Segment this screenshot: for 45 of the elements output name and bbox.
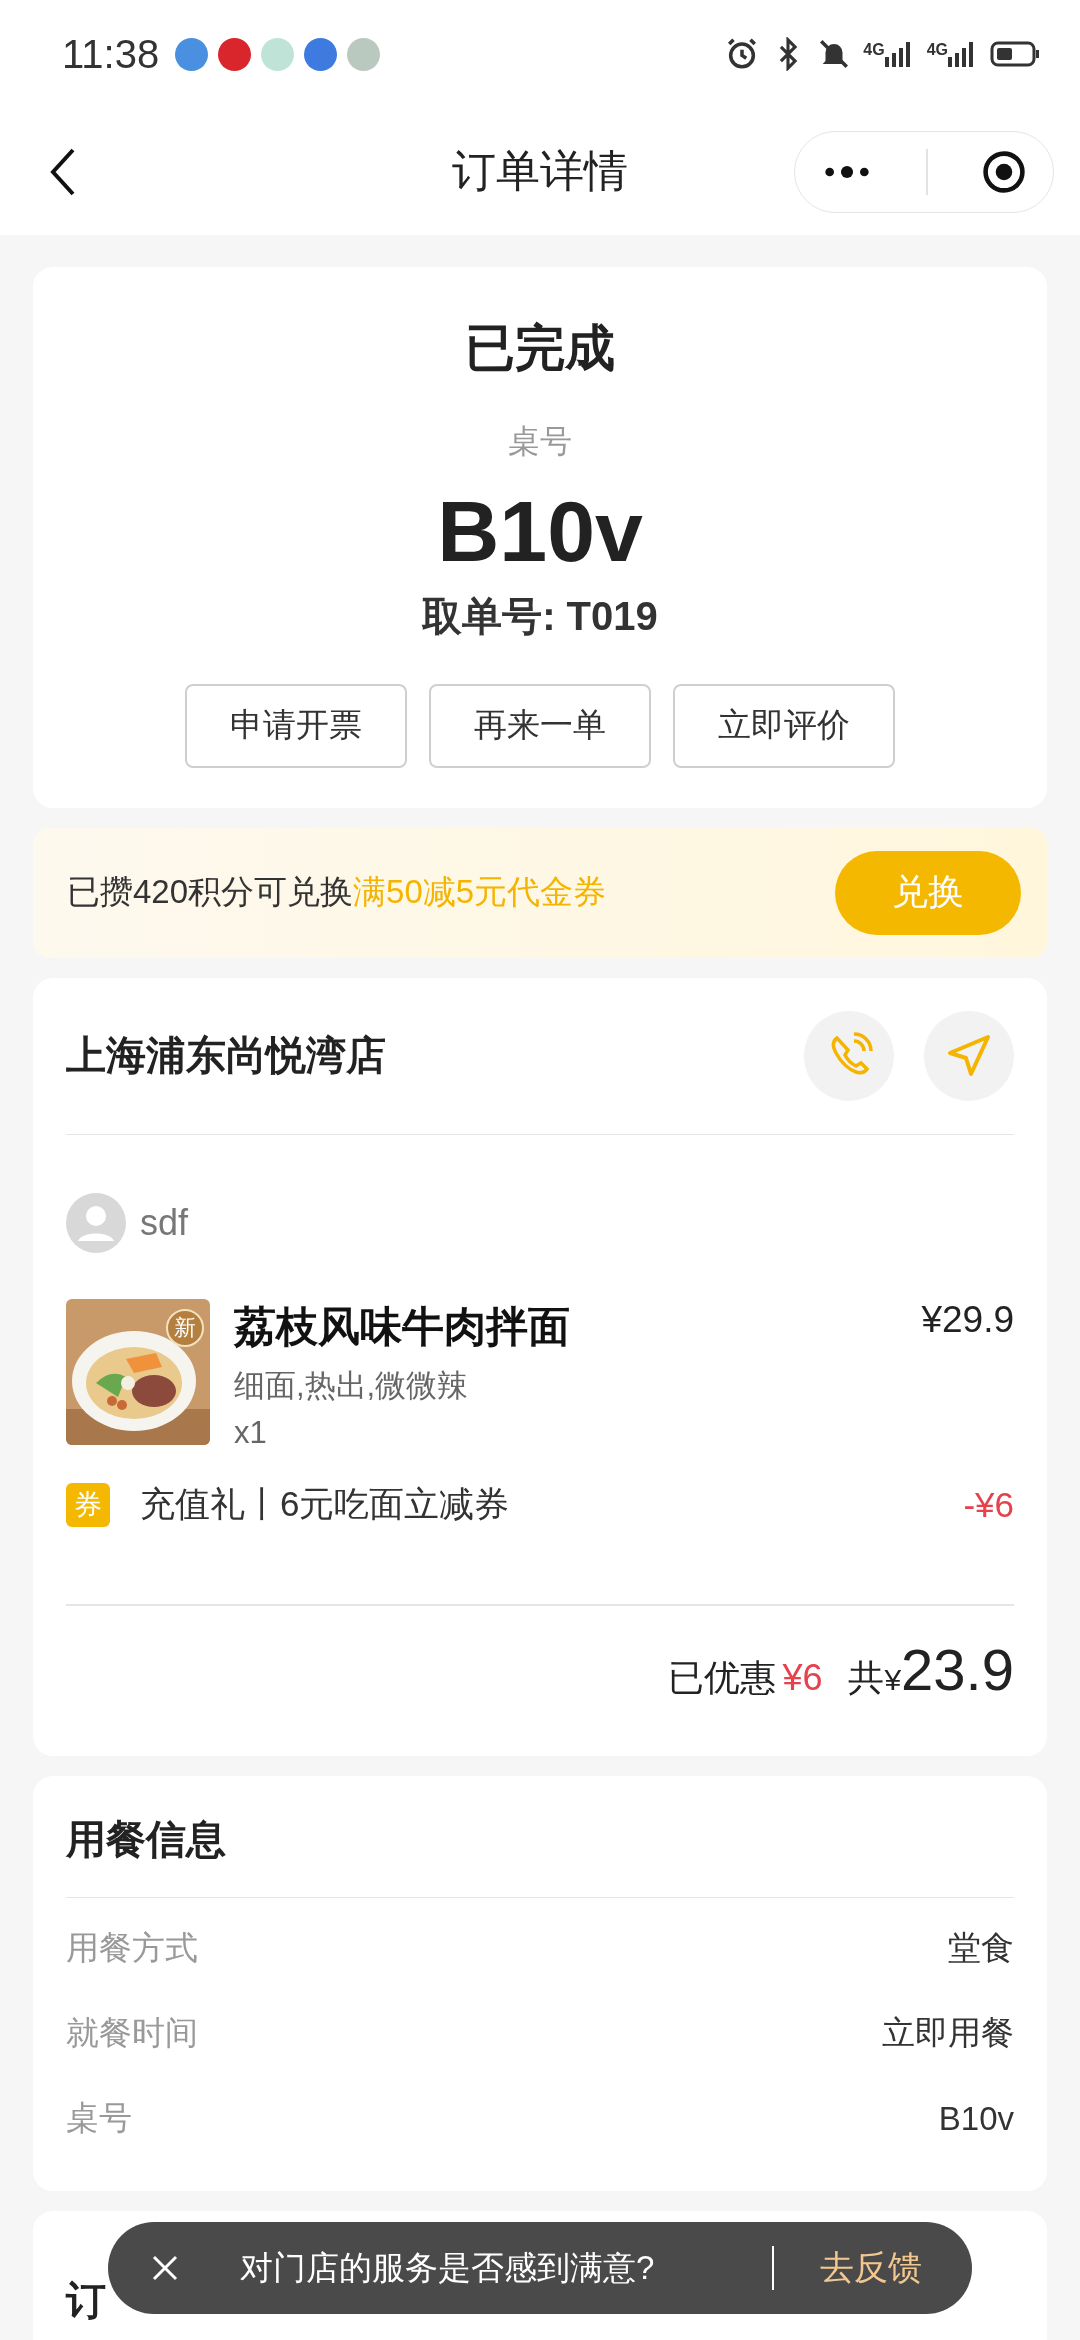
section-title: 用餐信息	[66, 1815, 226, 1863]
table-number: B10v	[437, 484, 643, 579]
feedback-link[interactable]: 去反馈	[820, 2245, 922, 2291]
info-label: 就餐时间	[66, 2013, 198, 2054]
discount-label: 已优惠	[668, 1655, 777, 1700]
app-notification-icon	[261, 37, 295, 71]
currency-sign: ¥	[884, 1662, 902, 1697]
dish-quantity: x1	[234, 1415, 268, 1452]
network-type-label: 4G	[863, 41, 885, 59]
pickup-number: 取单号: T019	[422, 592, 658, 640]
order-status: 已完成	[465, 319, 615, 378]
avatar-icon	[66, 1193, 126, 1254]
close-icon[interactable]	[150, 2253, 180, 2283]
table-label: 桌号	[508, 422, 572, 461]
order-action-button[interactable]: 再来一单	[429, 683, 651, 768]
section-title: 订	[66, 2277, 106, 2325]
app-notification-icon	[175, 37, 209, 71]
coupon-tag: 券	[66, 1482, 110, 1527]
discount-amount: ¥6	[782, 1656, 823, 1699]
app-notification-icon	[304, 37, 338, 71]
close-mini-program-icon[interactable]	[980, 148, 1027, 195]
app-notification-icon	[347, 37, 381, 71]
coupon-amount: -¥6	[963, 1484, 1014, 1525]
info-value: B10v	[938, 2099, 1014, 2138]
store-name: 上海浦东尚悦湾店	[66, 1032, 386, 1080]
info-value: 堂食	[948, 1928, 1014, 1969]
dish-options: 细面,热出,微微辣	[234, 1365, 898, 1408]
status-time: 11:38	[62, 31, 160, 77]
dish-price: ¥29.9	[921, 1299, 1014, 1343]
order-action-button[interactable]: 申请开票	[185, 683, 407, 768]
points-text: 已攒420积分可兑换满50减5元代金券	[67, 872, 607, 913]
feedback-question: 对门店的服务是否感到满意?	[240, 2247, 655, 2288]
order-action-button[interactable]: 立即评价	[673, 683, 895, 768]
total-amount: 23.9	[901, 1635, 1014, 1703]
coupon-name: 充值礼丨6元吃面立减券	[140, 1483, 510, 1526]
user-name: sdf	[140, 1202, 189, 1245]
page-title: 订单详情	[451, 145, 629, 197]
info-label: 用餐方式	[66, 1928, 198, 1969]
dish-name: 荔枝风味牛肉拌面	[234, 1302, 571, 1353]
app-notification-icon	[218, 37, 252, 71]
battery-icon	[990, 40, 1040, 68]
network-type-label: 4G	[926, 41, 948, 59]
info-value: 立即用餐	[882, 2013, 1014, 2054]
info-label: 桌号	[66, 2098, 132, 2139]
total-label: 共	[848, 1655, 885, 1700]
